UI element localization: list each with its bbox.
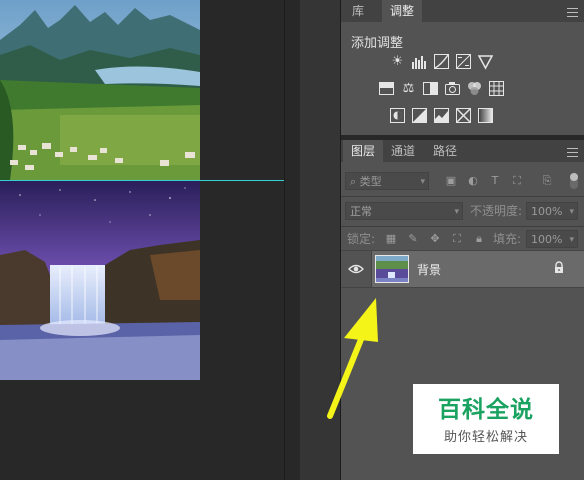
- filter-pixel-icon[interactable]: ▣: [444, 174, 458, 188]
- tab-adjustments[interactable]: 调整: [382, 0, 423, 22]
- watermark-subtitle: 助你轻松解决: [443, 430, 528, 445]
- chevron-down-icon: ▾: [454, 207, 459, 217]
- filter-smart-object-icon[interactable]: ⎘: [540, 174, 554, 188]
- adjustments-tabbar: 库 调整: [341, 0, 584, 22]
- tab-library[interactable]: 库: [344, 0, 372, 22]
- photo-filter-icon[interactable]: [444, 80, 461, 97]
- tab-channels[interactable]: 通道: [383, 140, 423, 162]
- blend-row: 正常 ▾ 不透明度: 100% ▾: [341, 202, 584, 226]
- adjustment-row-1: ☀: [389, 53, 494, 70]
- document-image[interactable]: [0, 0, 200, 380]
- blend-mode-select[interactable]: 正常 ▾: [345, 202, 463, 220]
- lock-artboard-icon[interactable]: ⛶: [450, 232, 464, 246]
- levels-icon[interactable]: [411, 53, 428, 70]
- chevron-down-icon: ▾: [569, 235, 574, 245]
- layers-panel-menu-icon[interactable]: [567, 148, 578, 157]
- selective-color-icon[interactable]: [455, 107, 472, 124]
- gradient-triangle-icon[interactable]: [477, 53, 494, 70]
- vibrance-icon[interactable]: [378, 80, 395, 97]
- lock-transparent-icon[interactable]: ▦: [384, 232, 398, 246]
- layer-thumbnail-picture: [376, 256, 408, 282]
- exposure-icon[interactable]: [455, 53, 472, 70]
- layer-filter-row: ⌕ 类型 ▾ ▣ ◐ T ⛶ ⎘: [341, 172, 584, 196]
- curves-icon[interactable]: [433, 53, 450, 70]
- filter-type-icon[interactable]: T: [488, 174, 502, 188]
- visibility-toggle[interactable]: [341, 251, 372, 287]
- panel-divider[interactable]: [284, 0, 285, 480]
- filter-toggle[interactable]: [570, 173, 578, 189]
- panel-menu-icon[interactable]: [567, 8, 578, 17]
- layer-row[interactable]: 背景: [341, 250, 584, 288]
- fill-input[interactable]: 100% ▾: [526, 230, 578, 248]
- tab-layers[interactable]: 图层: [343, 140, 384, 162]
- opacity-input[interactable]: 100% ▾: [526, 202, 578, 220]
- chevron-down-icon: ▾: [420, 177, 425, 187]
- separator: [341, 226, 584, 227]
- opacity-label: 不透明度:: [470, 204, 523, 218]
- chevron-down-icon: ▾: [569, 207, 574, 217]
- posterize-icon[interactable]: [411, 107, 428, 124]
- channel-mixer-icon[interactable]: [466, 80, 483, 97]
- blend-mode-value: 正常: [350, 205, 372, 218]
- tab-paths[interactable]: 路径: [425, 140, 465, 162]
- watermark-title: 百科全说: [438, 397, 534, 423]
- layer-thumbnail[interactable]: [375, 255, 409, 283]
- color-balance-icon[interactable]: ⚖: [400, 80, 417, 97]
- color-lookup-icon[interactable]: [488, 80, 505, 97]
- separator: [341, 196, 584, 197]
- fill-label: 填充:: [493, 232, 522, 246]
- watermark-logo: 百科全说 助你轻松解决: [413, 384, 559, 454]
- invert-icon[interactable]: [389, 107, 406, 124]
- canvas-area[interactable]: [0, 0, 284, 480]
- opacity-value: 100%: [531, 205, 563, 218]
- layers-tabbar: 图层 通道 路径: [341, 140, 584, 162]
- adjustments-title: 添加调整: [351, 36, 404, 51]
- brightness-contrast-icon[interactable]: ☀: [389, 53, 406, 70]
- layer-filter-select[interactable]: ⌕ 类型 ▾: [345, 172, 429, 190]
- filter-toggle-knob: [570, 173, 578, 181]
- adjustment-row-3: [389, 107, 494, 124]
- lock-image-icon[interactable]: ✎: [406, 232, 420, 246]
- lock-label: 锁定:: [347, 232, 376, 246]
- lock-all-icon[interactable]: 🔒︎: [472, 232, 486, 246]
- gradient-map-icon[interactable]: [477, 107, 494, 124]
- layer-filter-value: 类型: [359, 175, 382, 188]
- lock-icon: [555, 261, 563, 273]
- layer-name[interactable]: 背景: [417, 261, 441, 278]
- filter-shape-icon[interactable]: ⛶: [510, 174, 524, 188]
- adjustments-panel: 库 调整 添加调整 ☀ ⚖: [341, 0, 584, 135]
- filter-adjustment-icon[interactable]: ◐: [466, 174, 480, 188]
- threshold-icon[interactable]: [433, 107, 450, 124]
- annotation-arrow: [327, 298, 378, 419]
- eye-icon: [348, 264, 364, 274]
- guide-line: [0, 180, 284, 181]
- black-white-icon[interactable]: [422, 80, 439, 97]
- document-picture: [0, 0, 200, 380]
- lock-position-icon[interactable]: ✥: [428, 232, 442, 246]
- search-icon: ⌕: [350, 175, 360, 188]
- adjustment-row-2: ⚖: [378, 80, 505, 97]
- fill-value: 100%: [531, 233, 563, 246]
